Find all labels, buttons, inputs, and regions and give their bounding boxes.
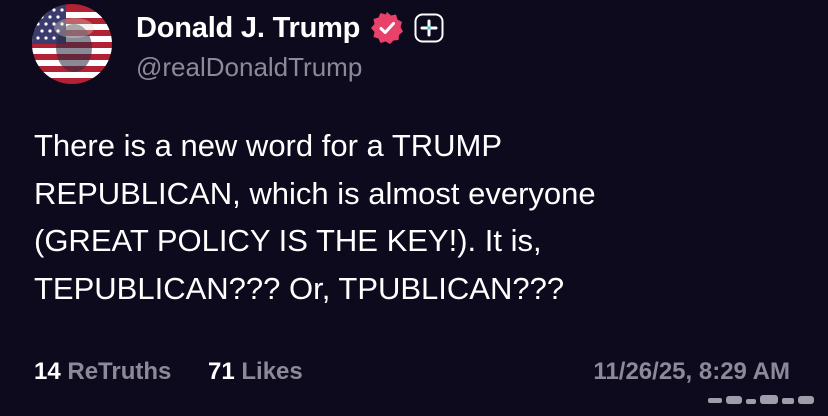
avatar-flag-portrait-icon (32, 4, 112, 84)
likes-label: Likes (241, 358, 303, 385)
retruths-stat[interactable]: 14 ReTruths (34, 358, 171, 386)
post-body-line: (GREAT POLICY IS THE KEY!). It is, (34, 223, 542, 258)
author-handle[interactable]: @realDonaldTrump (136, 52, 362, 83)
post-card: Donald J. Trump @realDonaldTrump There i… (0, 0, 828, 416)
retruths-label: ReTruths (67, 358, 172, 385)
plus-badge-icon (414, 13, 444, 43)
watermark-icon (708, 395, 814, 404)
likes-count: 71 (208, 358, 235, 385)
author-display-name[interactable]: Donald J. Trump (136, 12, 360, 45)
verified-badge-icon (371, 12, 404, 44)
post-body-line: TEPUBLICAN??? Or, TPUBLICAN??? (34, 270, 565, 306)
avatar[interactable] (32, 4, 112, 84)
likes-stat[interactable]: 71 Likes (208, 358, 303, 386)
retruths-count: 14 (34, 358, 61, 385)
post-footer: 14 ReTruths 71 Likes 11/26/25, 8:29 AM (34, 358, 804, 394)
post-body-line: There is a new word for a TRUMP (34, 128, 503, 163)
post-body: There is a new word for a TRUMP REPUBLIC… (34, 122, 794, 312)
post-timestamp[interactable]: 11/26/25, 8:29 AM (593, 358, 790, 386)
post-body-line: REPUBLICAN, which is almost everyone (34, 175, 596, 211)
author-name-row: Donald J. Trump (136, 8, 444, 48)
